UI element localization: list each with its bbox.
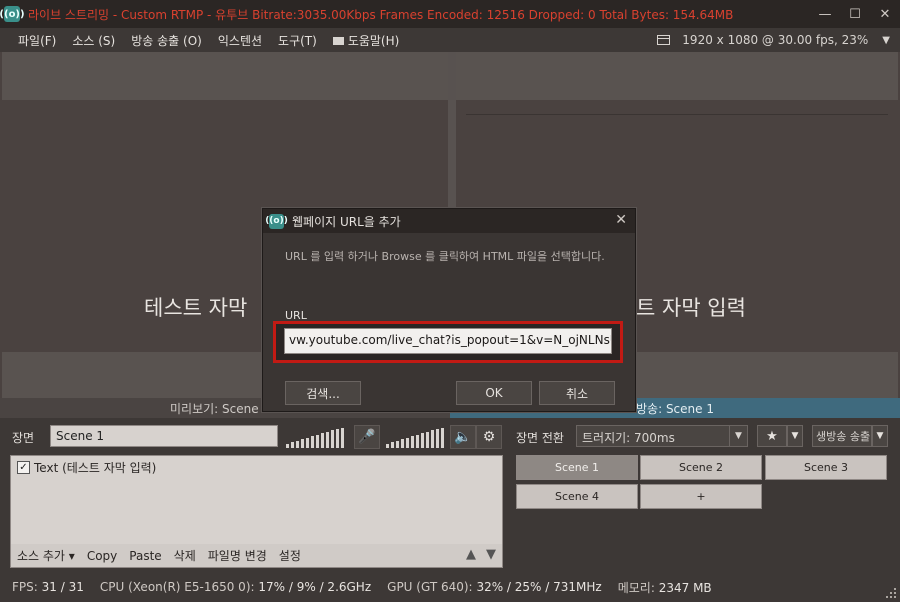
app-logo-icon: ((o)) xyxy=(265,213,288,229)
scene-name-field[interactable]: Scene 1 xyxy=(50,425,278,447)
copy-button[interactable]: Copy xyxy=(87,549,117,563)
desktop-volume-meter[interactable] xyxy=(386,426,444,448)
scene-button[interactable]: Scene 1 xyxy=(516,455,638,480)
source-visibility-checkbox[interactable]: ✓ xyxy=(17,461,30,474)
menu-extensions[interactable]: 익스텐션 xyxy=(210,32,270,49)
menu-bar: 파일(F) 소스 (S) 방송 송출 (O) 익스텐션 도구(T) 도움말(H)… xyxy=(0,28,900,52)
source-label: Text (테스트 자막 입력) xyxy=(34,461,157,475)
bottom-dock: 장면 Scene 1 🎤 🔈 ⚙ ✓ Text (테스트 자막 입력) 소스 추… xyxy=(0,420,900,572)
url-input[interactable]: vw.youtube.com/live_chat?is_popout=1&v=N… xyxy=(284,328,612,354)
delete-button[interactable]: 삭제 xyxy=(174,547,196,564)
close-button[interactable]: ✕ xyxy=(870,0,900,28)
menu-file[interactable]: 파일(F) xyxy=(10,32,64,49)
reorder-arrows: ▲ ▼ xyxy=(466,547,496,562)
dialog-description: URL 를 입력 하거나 Browse 를 클릭하여 HTML 파일을 선택합니… xyxy=(285,250,605,263)
chevron-down-icon[interactable]: ▼ xyxy=(787,425,803,447)
preview-band-top xyxy=(2,52,448,100)
chevron-down-icon[interactable]: ▼ xyxy=(882,35,890,46)
add-webpage-url-dialog: ((o)) 웹페이지 URL을 추가 ✕ URL 를 입력 하거나 Browse… xyxy=(262,208,636,412)
window-controls: — ☐ ✕ xyxy=(810,0,900,28)
fps-status: FPS: 31 / 31 xyxy=(12,580,84,594)
add-source-button[interactable]: 소스 추가 ▾ xyxy=(17,547,75,564)
gpu-status: GPU (GT 640): 32% / 25% / 731MHz xyxy=(387,580,602,594)
url-highlight-box: vw.youtube.com/live_chat?is_popout=1&v=N… xyxy=(273,321,623,363)
mail-icon xyxy=(332,37,344,45)
speaker-icon[interactable]: 🔈 xyxy=(450,425,476,449)
program-caption: 트 자막 입력 xyxy=(636,296,746,320)
browse-button[interactable]: 검색... xyxy=(285,381,361,405)
transition-value: 트러지기: 700ms xyxy=(582,431,675,445)
menu-broadcast[interactable]: 방송 송출 (O) xyxy=(123,32,210,49)
title-bar: ((o)) 라이브 스트리밍 - Custom RTMP - 유투브 Bitra… xyxy=(0,0,900,28)
settings-button[interactable]: 설정 xyxy=(279,547,301,564)
resolution-info[interactable]: 1920 x 1080 @ 30.00 fps, 23% ▼ xyxy=(657,28,890,52)
add-scene-button[interactable]: + xyxy=(640,484,762,509)
sources-toolbar: 소스 추가 ▾ Copy Paste 삭제 파일명 변경 설정 ▲ ▼ xyxy=(10,544,503,568)
resize-grip-icon[interactable] xyxy=(886,588,896,598)
close-icon[interactable]: ✕ xyxy=(615,212,627,228)
list-item[interactable]: ✓ Text (테스트 자막 입력) xyxy=(11,456,502,479)
scene-button[interactable]: Scene 2 xyxy=(640,455,762,480)
menu-help-label: 도움말(H) xyxy=(347,33,400,48)
preview-caption: 테스트 자막 xyxy=(144,296,248,320)
menu-sources[interactable]: 소스 (S) xyxy=(64,32,123,49)
window-title: 라이브 스트리밍 - Custom RTMP - 유투브 Bitrate:303… xyxy=(28,7,734,22)
scene-button[interactable]: Scene 4 xyxy=(516,484,638,509)
memory-status: 메모리: 2347 MB xyxy=(617,580,712,595)
sources-list[interactable]: ✓ Text (테스트 자막 입력) xyxy=(10,455,503,545)
app-window: ((o)) 라이브 스트리밍 - Custom RTMP - 유투브 Bitra… xyxy=(0,0,900,602)
status-bar: FPS: 31 / 31 CPU (Xeon(R) E5-1650 0): 17… xyxy=(0,572,900,602)
mic-volume-meter[interactable] xyxy=(286,426,344,448)
move-up-icon[interactable]: ▲ xyxy=(466,547,476,562)
menu-help[interactable]: 도움말(H) xyxy=(325,32,408,49)
scene-button[interactable]: Scene 3 xyxy=(765,455,887,480)
minimize-button[interactable]: — xyxy=(810,0,840,28)
transition-select[interactable]: 트러지기: 700ms ▼ xyxy=(576,425,748,447)
app-logo-icon: ((o)) xyxy=(0,6,25,22)
paste-button[interactable]: Paste xyxy=(129,549,161,563)
microphone-icon[interactable]: 🎤 xyxy=(354,425,380,449)
scene-label: 장면 xyxy=(12,431,35,445)
cpu-status: CPU (Xeon(R) E5-1650 0): 17% / 9% / 2.6G… xyxy=(99,580,372,594)
cancel-button[interactable]: 취소 xyxy=(539,381,615,405)
live-broadcast-button[interactable]: 생방송 송출 xyxy=(812,425,872,447)
gear-icon[interactable]: ⚙ xyxy=(476,425,502,449)
dialog-title-bar: ((o)) 웹페이지 URL을 추가 xyxy=(263,209,635,233)
program-band-top xyxy=(456,52,898,100)
layout-icon[interactable] xyxy=(657,35,671,45)
maximize-button[interactable]: ☐ xyxy=(840,0,870,28)
rename-button[interactable]: 파일명 변경 xyxy=(208,547,267,564)
menu-tools[interactable]: 도구(T) xyxy=(270,32,325,49)
dialog-title: 웹페이지 URL을 추가 xyxy=(292,214,401,229)
chevron-down-icon[interactable]: ▼ xyxy=(729,426,747,446)
move-down-icon[interactable]: ▼ xyxy=(486,547,496,562)
star-icon[interactable]: ★ xyxy=(757,425,787,447)
chevron-down-icon[interactable]: ▼ xyxy=(872,425,888,447)
program-line xyxy=(466,114,888,115)
ok-button[interactable]: OK xyxy=(456,381,532,405)
transition-label: 장면 전환 xyxy=(516,431,564,445)
resolution-text: 1920 x 1080 @ 30.00 fps, 23% xyxy=(682,33,869,47)
